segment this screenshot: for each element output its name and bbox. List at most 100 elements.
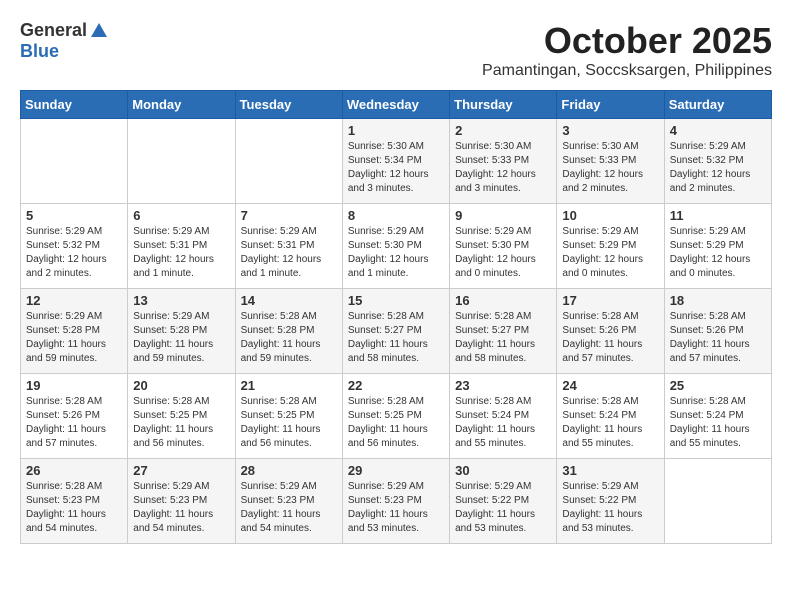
cell-details: Sunrise: 5:28 AMSunset: 5:25 PMDaylight:… [133, 396, 213, 449]
calendar-cell: 9 Sunrise: 5:29 AMSunset: 5:30 PMDaylight… [450, 204, 557, 289]
calendar-cell: 23 Sunrise: 5:28 AMSunset: 5:24 PMDayligh… [450, 374, 557, 459]
calendar-cell: 14 Sunrise: 5:28 AMSunset: 5:28 PMDayligh… [235, 289, 342, 374]
cell-details: Sunrise: 5:29 AMSunset: 5:29 PMDaylight:… [670, 226, 751, 279]
cell-details: Sunrise: 5:29 AMSunset: 5:30 PMDaylight:… [455, 226, 536, 279]
cell-details: Sunrise: 5:28 AMSunset: 5:26 PMDaylight:… [670, 311, 750, 364]
day-number: 7 [241, 208, 337, 223]
day-number: 18 [670, 293, 766, 308]
day-number: 9 [455, 208, 551, 223]
cell-details: Sunrise: 5:29 AMSunset: 5:30 PMDaylight:… [348, 226, 429, 279]
cell-details: Sunrise: 5:28 AMSunset: 5:25 PMDaylight:… [348, 396, 428, 449]
logo-general-text: General [20, 20, 87, 41]
day-number: 15 [348, 293, 444, 308]
day-number: 16 [455, 293, 551, 308]
day-number: 27 [133, 463, 229, 478]
calendar-cell: 28Sunrise: 5:29 AMSunset: 5:23 PMDayligh… [235, 459, 342, 544]
calendar-cell: 17 Sunrise: 5:28 AMSunset: 5:26 PMDayligh… [557, 289, 664, 374]
day-number: 22 [348, 378, 444, 393]
calendar-cell: 13 Sunrise: 5:29 AMSunset: 5:28 PMDayligh… [128, 289, 235, 374]
cell-details: Sunrise: 5:30 AMSunset: 5:33 PMDaylight:… [562, 141, 643, 194]
calendar-cell [664, 459, 771, 544]
day-number: 28 [241, 463, 337, 478]
cell-details: Sunrise: 5:29 AMSunset: 5:22 PMDaylight:… [455, 481, 535, 534]
location-title: Pamantingan, Soccsksargen, Philippines [482, 62, 772, 80]
week-row-4: 19 Sunrise: 5:28 AMSunset: 5:26 PMDayligh… [21, 374, 772, 459]
page-header: General Blue October 2025 Pamantingan, S… [20, 20, 772, 80]
calendar-cell [235, 119, 342, 204]
cell-details: Sunrise: 5:29 AMSunset: 5:32 PMDaylight:… [670, 141, 751, 194]
calendar-cell: 31 Sunrise: 5:29 AMSunset: 5:22 PMDayligh… [557, 459, 664, 544]
weekday-header-row: SundayMondayTuesdayWednesdayThursdayFrid… [21, 91, 772, 119]
cell-details: Sunrise: 5:29 AMSunset: 5:28 PMDaylight:… [26, 311, 106, 364]
calendar-cell: 21Sunrise: 5:28 AMSunset: 5:25 PMDayligh… [235, 374, 342, 459]
calendar-cell: 18 Sunrise: 5:28 AMSunset: 5:26 PMDayligh… [664, 289, 771, 374]
day-number: 19 [26, 378, 122, 393]
day-number: 14 [241, 293, 337, 308]
cell-details: Sunrise: 5:29 AMSunset: 5:23 PMDaylight:… [133, 481, 213, 534]
calendar-cell: 27 Sunrise: 5:29 AMSunset: 5:23 PMDayligh… [128, 459, 235, 544]
cell-details: Sunrise: 5:30 AMSunset: 5:34 PMDaylight:… [348, 141, 429, 194]
calendar-cell: 10 Sunrise: 5:29 AMSunset: 5:29 PMDayligh… [557, 204, 664, 289]
calendar-table: SundayMondayTuesdayWednesdayThursdayFrid… [20, 90, 772, 544]
cell-details: Sunrise: 5:28 AMSunset: 5:26 PMDaylight:… [26, 396, 106, 449]
week-row-5: 26 Sunrise: 5:28 AMSunset: 5:23 PMDayligh… [21, 459, 772, 544]
week-row-2: 5Sunrise: 5:29 AMSunset: 5:32 PMDaylight… [21, 204, 772, 289]
weekday-header-monday: Monday [128, 91, 235, 119]
calendar-cell: 6 Sunrise: 5:29 AMSunset: 5:31 PMDaylight… [128, 204, 235, 289]
cell-details: Sunrise: 5:28 AMSunset: 5:24 PMDaylight:… [455, 396, 535, 449]
cell-details: Sunrise: 5:29 AMSunset: 5:22 PMDaylight:… [562, 481, 642, 534]
cell-details: Sunrise: 5:28 AMSunset: 5:27 PMDaylight:… [348, 311, 428, 364]
month-title: October 2025 [482, 20, 772, 62]
day-number: 6 [133, 208, 229, 223]
week-row-3: 12 Sunrise: 5:29 AMSunset: 5:28 PMDayligh… [21, 289, 772, 374]
day-number: 30 [455, 463, 551, 478]
day-number: 11 [670, 208, 766, 223]
calendar-cell: 8 Sunrise: 5:29 AMSunset: 5:30 PMDaylight… [342, 204, 449, 289]
cell-details: Sunrise: 5:28 AMSunset: 5:26 PMDaylight:… [562, 311, 642, 364]
cell-details: Sunrise: 5:29 AMSunset: 5:23 PMDaylight:… [348, 481, 428, 534]
cell-details: Sunrise: 5:28 AMSunset: 5:28 PMDaylight:… [241, 311, 321, 364]
cell-details: Sunrise: 5:29 AMSunset: 5:31 PMDaylight:… [241, 226, 322, 279]
day-number: 31 [562, 463, 658, 478]
calendar-cell: 4 Sunrise: 5:29 AMSunset: 5:32 PMDaylight… [664, 119, 771, 204]
calendar-cell: 25Sunrise: 5:28 AMSunset: 5:24 PMDayligh… [664, 374, 771, 459]
logo: General Blue [20, 20, 109, 62]
calendar-cell: 30 Sunrise: 5:29 AMSunset: 5:22 PMDayligh… [450, 459, 557, 544]
day-number: 26 [26, 463, 122, 478]
day-number: 2 [455, 123, 551, 138]
day-number: 5 [26, 208, 122, 223]
calendar-cell [128, 119, 235, 204]
weekday-header-tuesday: Tuesday [235, 91, 342, 119]
day-number: 12 [26, 293, 122, 308]
cell-details: Sunrise: 5:29 AMSunset: 5:29 PMDaylight:… [562, 226, 643, 279]
day-number: 13 [133, 293, 229, 308]
day-number: 1 [348, 123, 444, 138]
day-number: 23 [455, 378, 551, 393]
weekday-header-thursday: Thursday [450, 91, 557, 119]
calendar-cell: 16Sunrise: 5:28 AMSunset: 5:27 PMDayligh… [450, 289, 557, 374]
weekday-header-sunday: Sunday [21, 91, 128, 119]
cell-details: Sunrise: 5:28 AMSunset: 5:23 PMDaylight:… [26, 481, 106, 534]
day-number: 29 [348, 463, 444, 478]
cell-details: Sunrise: 5:29 AMSunset: 5:31 PMDaylight:… [133, 226, 214, 279]
day-number: 17 [562, 293, 658, 308]
calendar-cell [21, 119, 128, 204]
cell-details: Sunrise: 5:30 AMSunset: 5:33 PMDaylight:… [455, 141, 536, 194]
day-number: 8 [348, 208, 444, 223]
cell-details: Sunrise: 5:28 AMSunset: 5:24 PMDaylight:… [670, 396, 750, 449]
calendar-cell: 19 Sunrise: 5:28 AMSunset: 5:26 PMDayligh… [21, 374, 128, 459]
calendar-cell: 5Sunrise: 5:29 AMSunset: 5:32 PMDaylight… [21, 204, 128, 289]
calendar-cell: 12 Sunrise: 5:29 AMSunset: 5:28 PMDayligh… [21, 289, 128, 374]
week-row-1: 1 Sunrise: 5:30 AMSunset: 5:34 PMDaylight… [21, 119, 772, 204]
cell-details: Sunrise: 5:28 AMSunset: 5:25 PMDaylight:… [241, 396, 321, 449]
calendar-cell: 1 Sunrise: 5:30 AMSunset: 5:34 PMDaylight… [342, 119, 449, 204]
calendar-cell: 29 Sunrise: 5:29 AMSunset: 5:23 PMDayligh… [342, 459, 449, 544]
calendar-cell: 15 Sunrise: 5:28 AMSunset: 5:27 PMDayligh… [342, 289, 449, 374]
logo-icon [89, 21, 109, 41]
day-number: 4 [670, 123, 766, 138]
cell-details: Sunrise: 5:29 AMSunset: 5:28 PMDaylight:… [133, 311, 213, 364]
day-number: 10 [562, 208, 658, 223]
weekday-header-wednesday: Wednesday [342, 91, 449, 119]
day-number: 24 [562, 378, 658, 393]
calendar-cell: 7 Sunrise: 5:29 AMSunset: 5:31 PMDaylight… [235, 204, 342, 289]
